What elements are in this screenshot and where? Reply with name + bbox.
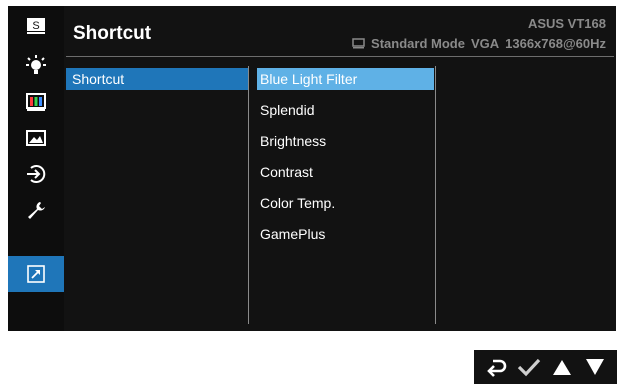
down-icon <box>585 359 604 375</box>
option-blue-light-filter[interactable]: Blue Light Filter <box>257 68 434 90</box>
column-divider <box>248 66 249 324</box>
back-button[interactable] <box>482 353 510 381</box>
option-splendid[interactable]: Splendid <box>257 99 315 121</box>
option-gameplus[interactable]: GamePlus <box>257 223 325 245</box>
confirm-icon <box>517 358 541 377</box>
shortcut-icon <box>27 265 45 283</box>
input-text: VGA <box>470 36 500 51</box>
sidebar: S <box>8 6 64 331</box>
page-title: Shortcut <box>73 23 152 44</box>
osd-menu: S Shortcut ASUS VT168 Standard Mode VGA … <box>8 6 616 331</box>
sidebar-item-system[interactable] <box>8 192 64 228</box>
category-shortcut[interactable]: Shortcut <box>66 68 248 90</box>
back-icon <box>487 359 507 377</box>
sidebar-item-shortcut[interactable] <box>8 256 64 292</box>
color-icon <box>26 93 46 111</box>
sidebar-item-image[interactable] <box>8 120 64 156</box>
button-guide <box>474 350 617 384</box>
option-brightness[interactable]: Brightness <box>257 130 326 152</box>
confirm-button[interactable] <box>515 353 543 381</box>
sidebar-item-input[interactable] <box>8 156 64 192</box>
system-setup-icon <box>28 202 45 219</box>
monitor-icon <box>352 38 365 49</box>
mode-text: Standard Mode <box>371 36 465 51</box>
splendid-icon: S <box>27 18 45 34</box>
down-button[interactable] <box>581 353 609 381</box>
header-divider <box>66 56 614 57</box>
input-select-icon <box>27 165 46 183</box>
status-line: Standard Mode VGA 1366x768@60Hz <box>352 36 606 51</box>
svg-text:S: S <box>32 20 39 32</box>
sidebar-item-color[interactable] <box>8 84 64 120</box>
option-color-temp[interactable]: Color Temp. <box>257 192 335 214</box>
resolution-text: 1366x768@60Hz <box>505 36 606 51</box>
option-contrast[interactable]: Contrast <box>257 161 313 183</box>
column-divider <box>435 66 436 324</box>
blue-light-filter-icon <box>26 55 46 74</box>
model-name: ASUS VT168 <box>527 16 606 31</box>
up-button[interactable] <box>548 353 576 381</box>
sidebar-item-splendid[interactable]: S <box>8 8 64 44</box>
image-icon <box>26 130 46 146</box>
sidebar-item-blue-light[interactable] <box>8 48 64 84</box>
up-icon <box>552 360 571 375</box>
